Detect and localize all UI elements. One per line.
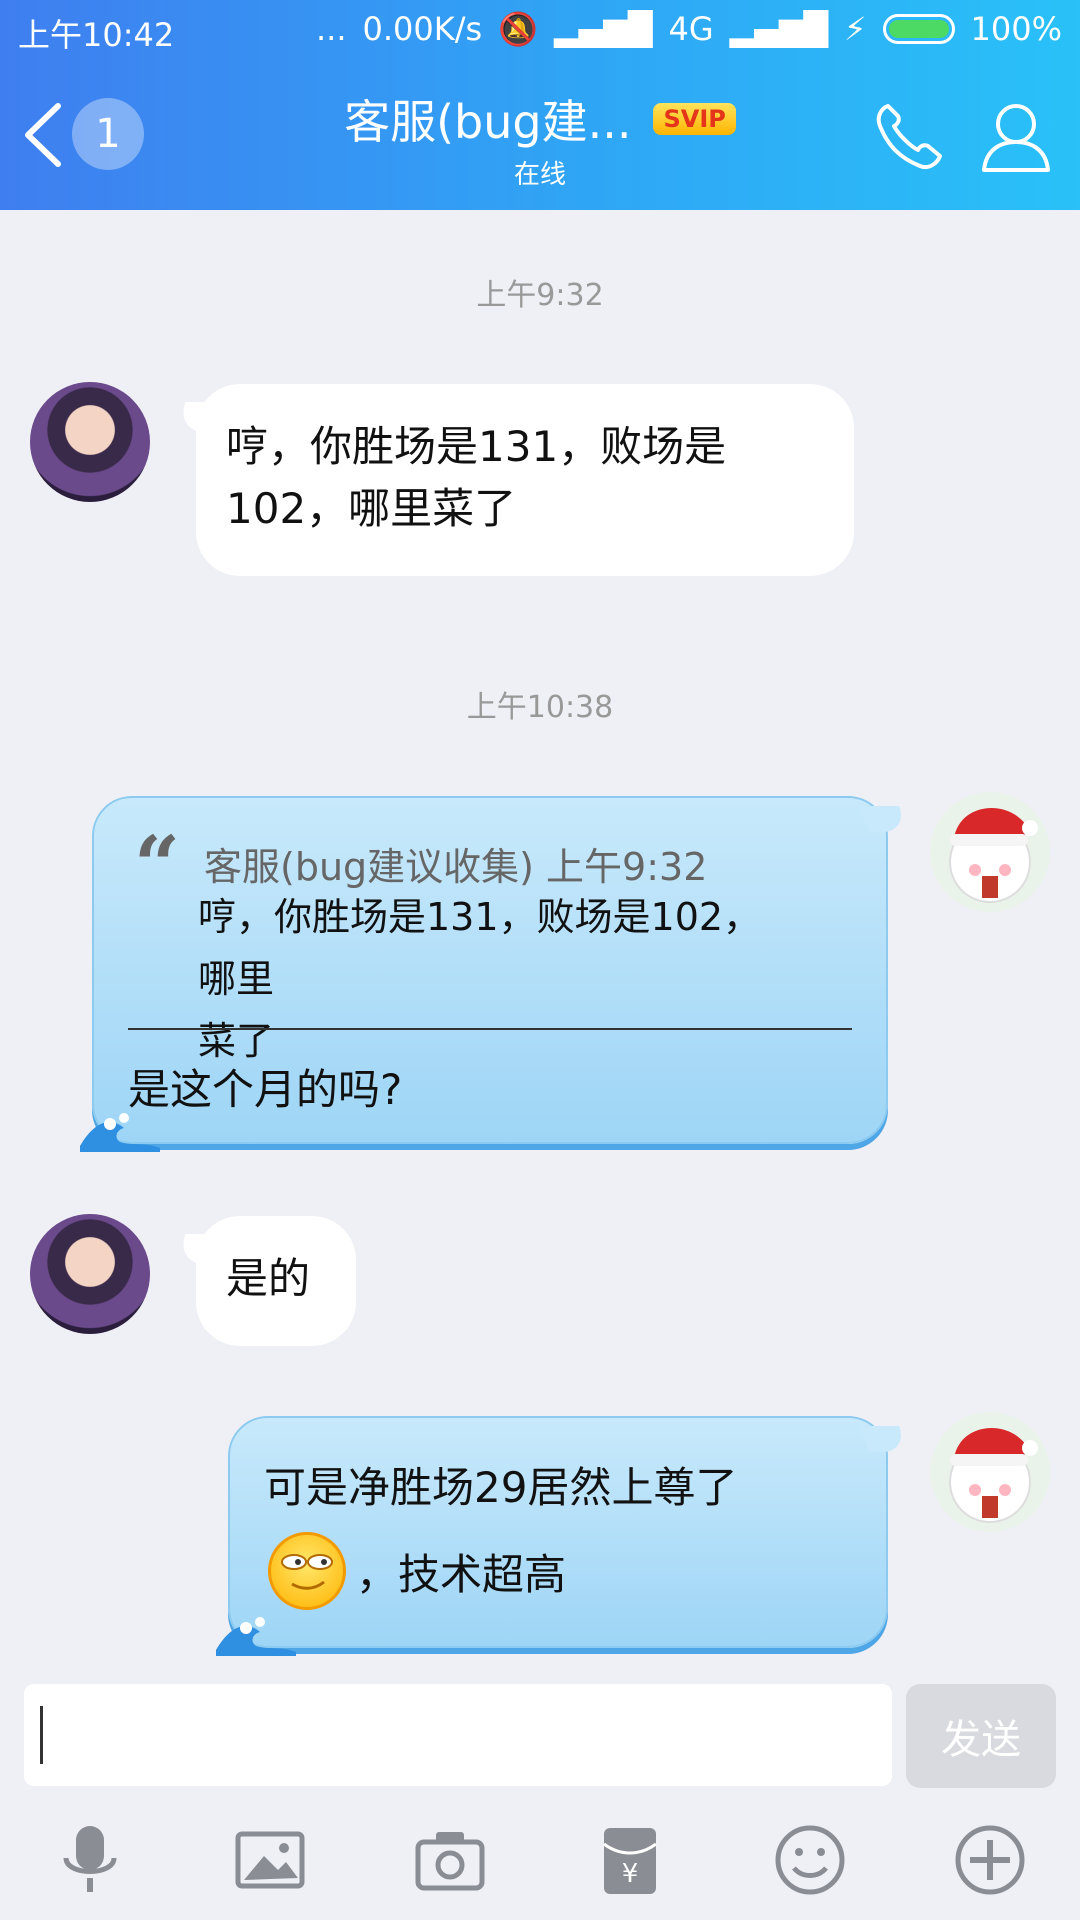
emoji-icon[interactable] [772,1822,848,1898]
camera-icon[interactable] [412,1822,488,1898]
red-packet-icon[interactable]: ¥ [592,1822,668,1898]
phone-icon[interactable] [870,98,946,174]
status-indicators: ... 0.00K/s 🔕 ▂▄▆█ 4G ▂▄▆█ ⚡ 100% [316,10,1062,48]
santa-hat-icon [949,807,1038,903]
status-bar: 上午10:42 ... 0.00K/s 🔕 ▂▄▆█ 4G ▂▄▆█ ⚡ 100… [0,0,1080,62]
contact-avatar[interactable] [30,382,150,502]
message-timestamp: 上午9:32 [476,278,604,313]
message-input[interactable] [24,1684,892,1786]
more-dots: ... [315,10,347,48]
charging-icon: ⚡ [844,10,867,48]
svg-text:¥: ¥ [622,1859,639,1889]
image-icon[interactable] [232,1822,308,1898]
quote-divider [128,1028,852,1030]
outgoing-message[interactable]: “ 客服(bug建议收集) 上午9:32 哼，你胜场是131，败场是102，哪里… [80,796,888,1152]
quoted-author-time: 客服(bug建议收集) 上午9:32 [204,845,708,889]
chat-title[interactable]: 客服(bug建... [344,86,631,152]
contact-avatar[interactable] [30,1214,150,1334]
battery-icon [882,14,955,44]
plus-icon[interactable] [952,1822,1028,1898]
wave-decoration-icon [80,1113,160,1152]
network-speed: 0.00K/s [362,10,483,48]
message-line: 102，哪里菜了 [226,484,517,533]
my-avatar[interactable] [930,792,1050,912]
svip-badge: SVIP [653,103,736,135]
incoming-message[interactable]: 哼，你胜场是131，败场是 102，哪里菜了 [196,384,854,576]
wave-decoration-icon [216,1617,296,1656]
text-caret [40,1706,43,1764]
chat-header: 上午10:42 ... 0.00K/s 🔕 ▂▄▆█ 4G ▂▄▆█ ⚡ 100… [0,0,1080,210]
signal-icon-2: ▂▄▆█ [729,10,829,48]
send-button[interactable]: 发送 [906,1684,1056,1788]
signal-icon: ▂▄▆█ [554,10,653,48]
my-avatar[interactable] [930,1412,1050,1532]
mute-bell-icon: 🔕 [498,10,539,48]
message-timestamp: 上午10:38 [466,690,614,725]
message-line: ，技术超高 [356,1549,567,1599]
battery-percent: 100% [970,10,1062,48]
incoming-message[interactable]: 是的 [196,1216,356,1346]
profile-icon[interactable] [980,98,1052,174]
reply-text: 是这个月的吗? [128,1065,403,1114]
quoted-message: 哼，你胜场是131，败场是102，哪里 菜了 [198,886,798,1072]
message-line: 是的 [226,1254,311,1303]
quote-icon: “ [134,818,181,912]
message-line: 可是净胜场29居然上尊了 [264,1463,738,1512]
message-line: 哼，你胜场是131，败场是 [226,422,727,471]
santa-hat-icon [949,1427,1038,1523]
outgoing-message[interactable]: 可是净胜场29居然上尊了 ，技术超高 [216,1416,888,1656]
sly-face-emoji-icon [268,1532,346,1610]
network-type: 4G [668,10,714,48]
quoted-line: 哼，你胜场是131，败场是102，哪里 [198,895,762,1001]
microphone-icon[interactable] [52,1822,128,1898]
status-time: 上午10:42 [18,16,175,54]
